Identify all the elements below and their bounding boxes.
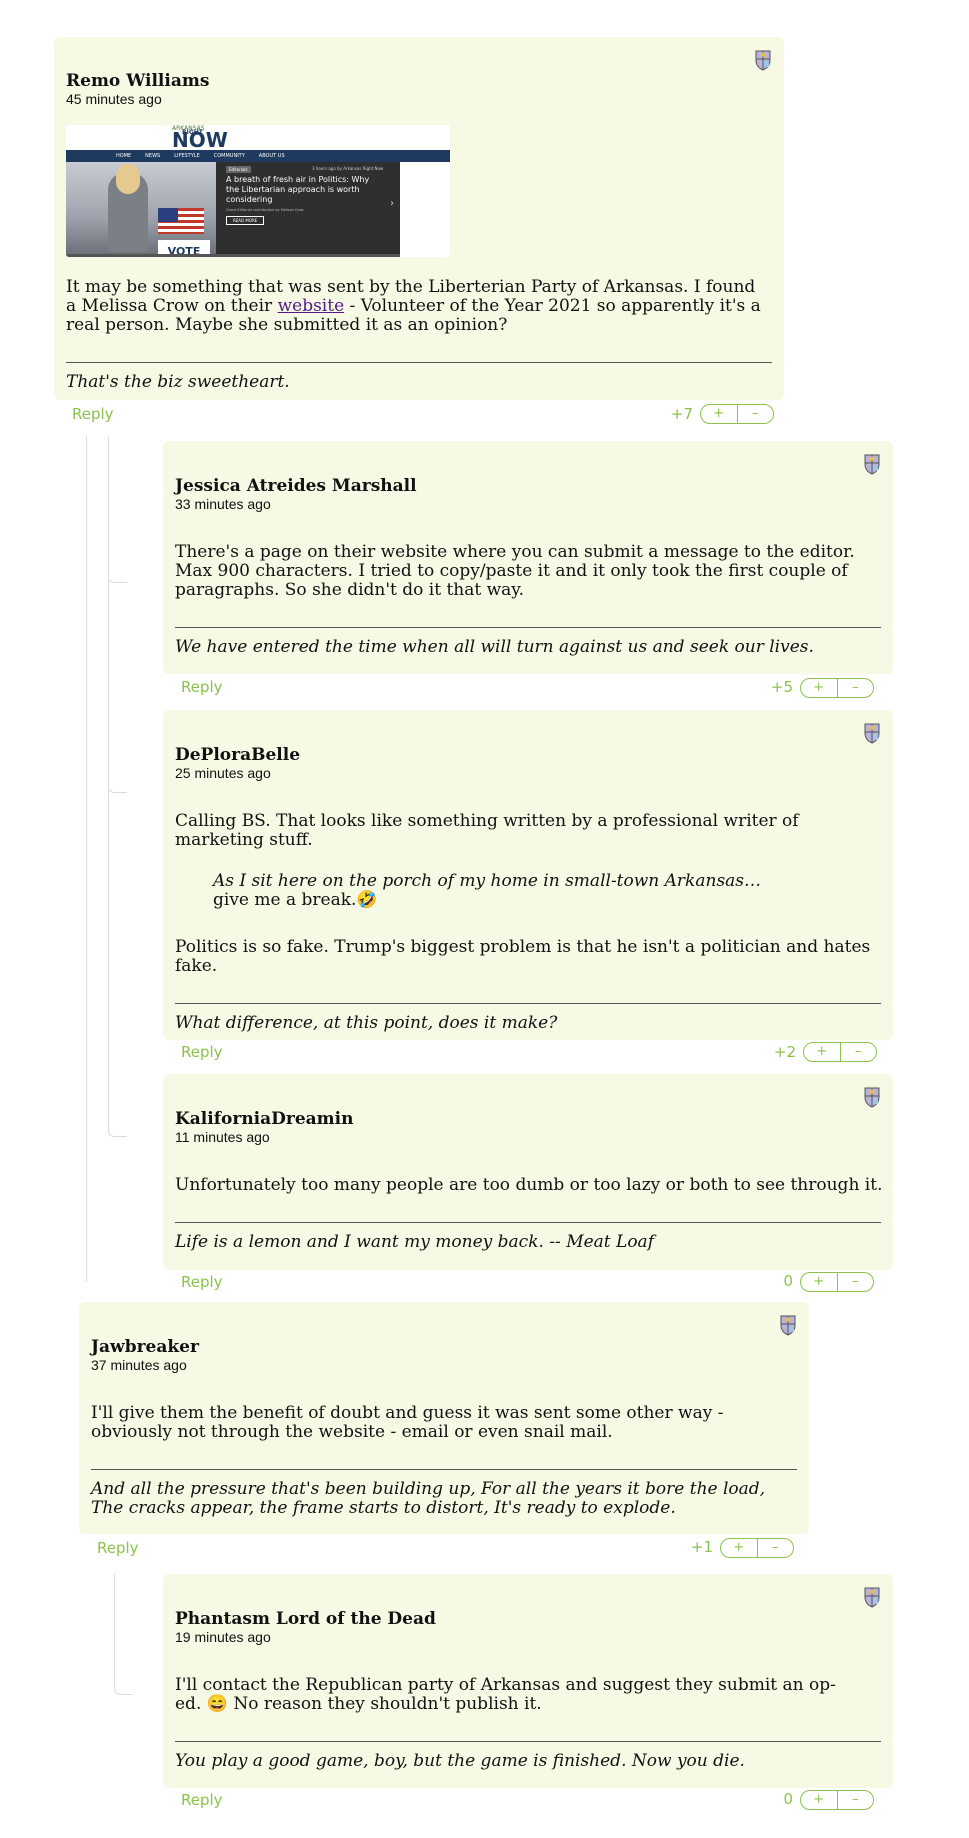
- site-nav: HOME NEWS LIFESTYLE COMMUNITY ABOUT US: [66, 150, 450, 162]
- downvote-button[interactable]: –: [841, 1043, 877, 1061]
- thread-line: [86, 436, 87, 1282]
- quote-text: As I sit here on the porch of my home in…: [213, 871, 762, 891]
- downvote-button[interactable]: –: [838, 1791, 874, 1809]
- vote-score: +1: [690, 1538, 713, 1556]
- comment-body: I'll give them the benefit of doubt and …: [91, 1403, 724, 1442]
- comment-timestamp: 45 minutes ago: [66, 91, 162, 107]
- comment-body: I'll contact the Republican party of Ark…: [175, 1675, 836, 1714]
- downvote-button[interactable]: –: [838, 679, 874, 697]
- website-link[interactable]: website: [278, 296, 345, 316]
- hero-photo: VOTE: [66, 162, 216, 257]
- comment-body: There's a page on their website where yo…: [175, 542, 855, 600]
- hero-bottom-bar: [66, 254, 400, 257]
- upvote-button[interactable]: +: [801, 1791, 838, 1809]
- link-preview-image[interactable]: ARKANSAS RIGHT NOW HOME NEWS LIFESTYLE C…: [66, 125, 450, 257]
- comment-timestamp: 11 minutes ago: [175, 1129, 270, 1145]
- vote-buttons: + –: [800, 1272, 874, 1292]
- vote-buttons: + –: [800, 678, 874, 698]
- shield-icon: [864, 723, 880, 744]
- comment-card: Jessica Atreides Marshall 33 minutes ago…: [163, 441, 893, 674]
- comment-author[interactable]: DePloraBelle: [175, 745, 881, 765]
- upvote-button[interactable]: +: [721, 1539, 758, 1557]
- comment-author[interactable]: Jessica Atreides Marshall: [175, 476, 881, 496]
- thread-elbow: [114, 1574, 133, 1695]
- byline: 3 hours ago by Arkansas Right Now: [312, 166, 384, 171]
- vote-buttons: + –: [800, 1790, 874, 1810]
- comment-author[interactable]: KaliforniaDreamin: [175, 1109, 881, 1129]
- comment-timestamp: 33 minutes ago: [175, 496, 271, 512]
- thread-elbow: [108, 790, 127, 1137]
- reply-button[interactable]: Reply: [181, 1791, 223, 1809]
- vote-score: +2: [773, 1043, 796, 1061]
- comment-signature: Life is a lemon and I want my money back…: [175, 1232, 654, 1252]
- comment-body: Politics is so fake. Trump's biggest pro…: [175, 937, 871, 976]
- nav-item: ABOUT US: [258, 153, 285, 159]
- comment-card: DePloraBelle 25 minutes ago Calling BS. …: [163, 710, 893, 1040]
- comment-signature: What difference, at this point, does it …: [175, 1013, 558, 1033]
- read-more-button[interactable]: READ MORE: [226, 216, 265, 225]
- upvote-button[interactable]: +: [804, 1043, 841, 1061]
- comment-card: Jawbreaker 37 minutes ago I'll give them…: [79, 1302, 809, 1534]
- comment-signature: We have entered the time when all will t…: [175, 637, 814, 657]
- comment-card: Remo Williams 45 minutes ago ARKANSAS RI…: [54, 37, 784, 400]
- reply-button[interactable]: Reply: [97, 1539, 139, 1557]
- vote-score: +5: [770, 678, 793, 696]
- downvote-button[interactable]: –: [838, 1273, 874, 1291]
- shield-icon: [780, 1315, 796, 1336]
- comment-card: KaliforniaDreamin 11 minutes ago Unfortu…: [163, 1074, 893, 1270]
- comment-signature: You play a good game, boy, but the game …: [175, 1751, 745, 1771]
- comment-body: Unfortunately too many people are too du…: [175, 1175, 883, 1195]
- comment-signature: That's the biz sweetheart.: [66, 372, 290, 392]
- comment-timestamp: 37 minutes ago: [91, 1357, 187, 1373]
- flag-canton: [158, 208, 178, 222]
- flag-icon: [158, 208, 204, 234]
- reply-button[interactable]: Reply: [72, 405, 114, 423]
- upvote-button[interactable]: +: [701, 405, 738, 423]
- thread-elbow: [108, 580, 127, 793]
- comment-timestamp: 25 minutes ago: [175, 765, 271, 781]
- shield-icon: [755, 50, 771, 71]
- comment-signature: And all the pressure that's been buildin…: [91, 1479, 766, 1518]
- shield-icon: [864, 1587, 880, 1608]
- chevron-right-icon[interactable]: ›: [390, 198, 394, 209]
- reply-button[interactable]: Reply: [181, 1273, 223, 1291]
- thread-elbow: [108, 436, 127, 583]
- hero-panel: Editorials 3 hours ago by Arkansas Right…: [216, 162, 400, 254]
- vote-score: 0: [783, 1272, 793, 1290]
- upvote-button[interactable]: +: [801, 679, 838, 697]
- vote-score: 0: [783, 1790, 793, 1808]
- vote-score: +7: [670, 405, 693, 423]
- comment-author[interactable]: Remo Williams: [66, 71, 772, 91]
- comment-body: Calling BS. That looks like something wr…: [175, 811, 799, 850]
- nav-item: HOME: [116, 153, 132, 159]
- comment-body: It may be something that was sent by the…: [66, 278, 766, 335]
- reply-button[interactable]: Reply: [181, 1043, 223, 1061]
- category-tag: Editorials: [226, 166, 251, 173]
- comment-author[interactable]: Phantasm Lord of the Dead: [175, 1609, 881, 1629]
- vote-sign: VOTE: [158, 240, 210, 257]
- downvote-button[interactable]: –: [758, 1539, 794, 1557]
- subline: Guest Editorial contribution by Melissa …: [226, 208, 304, 212]
- shield-icon: [864, 1087, 880, 1108]
- downvote-button[interactable]: –: [738, 405, 774, 423]
- vote-buttons: + –: [720, 1538, 794, 1558]
- vote-buttons: + –: [700, 404, 774, 424]
- comment-quote: As I sit here on the porch of my home in…: [213, 872, 773, 910]
- vote-buttons: + –: [803, 1042, 877, 1062]
- site-logo: NOW: [172, 128, 228, 152]
- quote-rest: give me a break.🤣: [213, 890, 378, 910]
- voter-hair: [116, 164, 140, 194]
- site-header: ARKANSAS RIGHT NOW: [66, 125, 450, 152]
- headline: A breath of fresh air in Politics: Why t…: [226, 175, 370, 204]
- nav-item: LIFESTYLE: [174, 153, 200, 159]
- upvote-button[interactable]: +: [801, 1273, 838, 1291]
- reply-button[interactable]: Reply: [181, 678, 223, 696]
- shield-icon: [864, 454, 880, 475]
- nav-item: COMMUNITY: [213, 153, 245, 159]
- nav-item: NEWS: [145, 153, 161, 159]
- comment-author[interactable]: Jawbreaker: [91, 1337, 797, 1357]
- comment-card: Phantasm Lord of the Dead 19 minutes ago…: [163, 1574, 893, 1788]
- comment-timestamp: 19 minutes ago: [175, 1629, 271, 1645]
